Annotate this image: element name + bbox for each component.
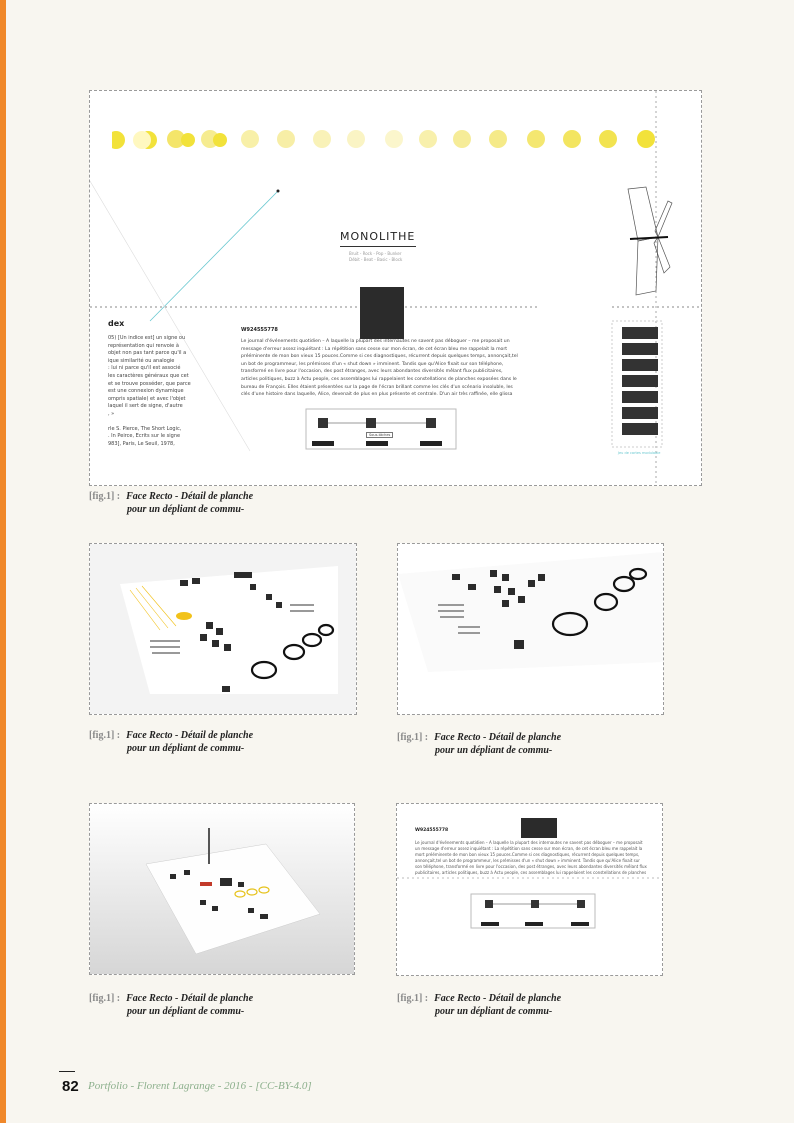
- card-stack: [611, 320, 663, 448]
- index-line: : lui ni parce qu'il est associé: [108, 365, 181, 372]
- detail-code: W924555778: [415, 828, 449, 833]
- figure-perspective-a: [89, 543, 357, 715]
- fig-tag: [fig.1] :: [89, 993, 121, 1004]
- index-line: [108, 419, 216, 426]
- poster-body-text: Le journal d'événements quotidien – A la…: [241, 339, 518, 396]
- caption-line1: Face Recto - Détail de planche: [126, 730, 254, 741]
- index-line: ompris spatiale) et avec l'objet: [108, 395, 186, 402]
- index-line: , »: [108, 410, 115, 417]
- caption-line1: Face Recto - Détail de planche: [434, 732, 562, 743]
- page-number: 82: [62, 1078, 79, 1095]
- figure-text-detail: W924555778 Le journal d'événements quoti…: [396, 803, 663, 976]
- index-line: et se trouve posséder, que parce: [108, 380, 191, 387]
- render-3d: [90, 804, 354, 974]
- caption-line1: Face Recto - Détail de planche: [126, 993, 254, 1004]
- diagram-label: Sous-tâches: [366, 432, 394, 438]
- accent-bar: [0, 0, 6, 1123]
- poster-subtitle-2: Débit - Beat - Basic - Block: [349, 257, 403, 262]
- moon-phases: [106, 130, 655, 150]
- index-line: 05) [Un indice est] un signe ou: [108, 335, 186, 341]
- figure-main: MONOLITHE Bruit - Rock - Pop - Bunker Dé…: [89, 90, 702, 486]
- perspective-render-b: [398, 552, 663, 672]
- detail-body-text: Le journal d'événements quotidien – A la…: [415, 840, 647, 875]
- fig-tag: [fig.1] :: [89, 491, 121, 502]
- index-line: laquel il sert de signe, d'autre: [108, 403, 183, 410]
- footer-rule: [59, 1071, 75, 1072]
- index-line: 983], Paris, Le Seuil, 1978,: [108, 440, 175, 447]
- caption-line2: pour un dépliant de commu-: [127, 504, 245, 515]
- caption-perspective-b: [fig.1] : Face Recto - Détail de planche …: [397, 731, 561, 757]
- figure-perspective-b: [397, 543, 664, 715]
- index-line: . In Peirce, Ecrits sur le signe: [108, 433, 181, 440]
- index-line: est une connexion dynamique: [108, 388, 184, 395]
- diagram: [305, 408, 457, 450]
- caption-line2: pour un dépliant de commu-: [127, 1006, 245, 1017]
- card-stack-caption: Jeu de cartes modulable: [618, 451, 661, 455]
- figure-3d-render: [89, 803, 355, 975]
- caption-perspective-a: [fig.1] : Face Recto - Détail de planche …: [89, 729, 253, 755]
- caption-3d-render: [fig.1] : Face Recto - Détail de planche …: [89, 992, 253, 1018]
- fig-tag: [fig.1] :: [397, 732, 429, 743]
- caption-line2: pour un dépliant de commu-: [435, 1006, 553, 1017]
- poster-subtitle-1: Bruit - Rock - Pop - Bunker: [349, 251, 402, 256]
- index-line: représentation qui renvoie à: [108, 342, 179, 349]
- caption-line2: pour un dépliant de commu-: [127, 743, 245, 754]
- index-line: les caractères généraux que cet: [108, 372, 189, 379]
- poster-title: MONOLITHE: [340, 230, 416, 247]
- fig-tag: [fig.1] :: [397, 993, 429, 1004]
- caption-line1: Face Recto - Détail de planche: [126, 491, 254, 502]
- caption-line2: pour un dépliant de commu-: [435, 745, 553, 756]
- fig-tag: [fig.1] :: [89, 730, 121, 741]
- caption-text-detail: [fig.1] : Face Recto - Détail de planche …: [397, 992, 561, 1018]
- caption-line1: Face Recto - Détail de planche: [434, 993, 562, 1004]
- perspective-render-a: [90, 544, 356, 714]
- index-line: rle S. Pierce, The Short Logic,: [108, 425, 182, 432]
- caption-main: [fig.1] : Face Recto - Détail de planche …: [89, 490, 253, 516]
- index-text: 05) [Un indice est] un signe ou représen…: [108, 335, 216, 448]
- wireframe-book: [627, 186, 673, 296]
- footer-credit: Portfolio - Florent Lagrange - 2016 - [C…: [88, 1080, 312, 1092]
- poster-code: W924555778: [241, 327, 278, 333]
- index-heading: dex: [108, 319, 125, 328]
- index-line: objet non pas tant parce qu'il a: [108, 350, 187, 357]
